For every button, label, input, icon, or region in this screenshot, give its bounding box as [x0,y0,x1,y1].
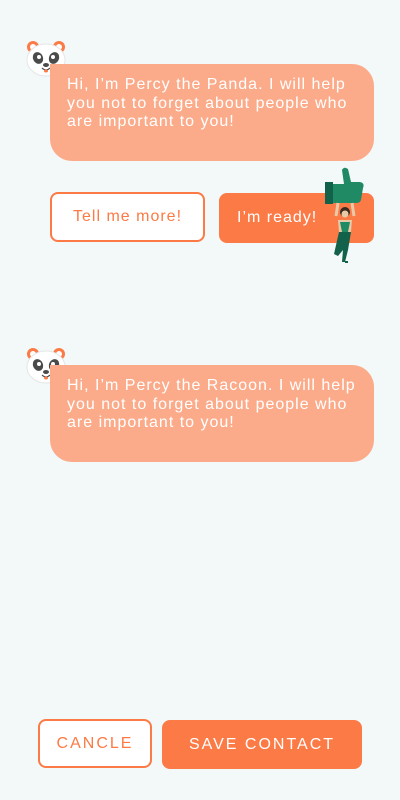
thumbs-up-person-illustration [318,166,368,264]
cancel-button[interactable]: CANCLE [38,719,152,768]
chat-message-bubble: Hi, I’m Percy the Panda. I will help you… [50,64,374,161]
tell-me-more-button[interactable]: Tell me more! [50,192,205,242]
save-contact-button[interactable]: SAVE CONTACT [162,720,362,769]
im-ready-label: I’m ready! [237,209,318,226]
chat-message-bubble: Hi, I’m Percy the Racoon. I will help yo… [50,365,374,462]
